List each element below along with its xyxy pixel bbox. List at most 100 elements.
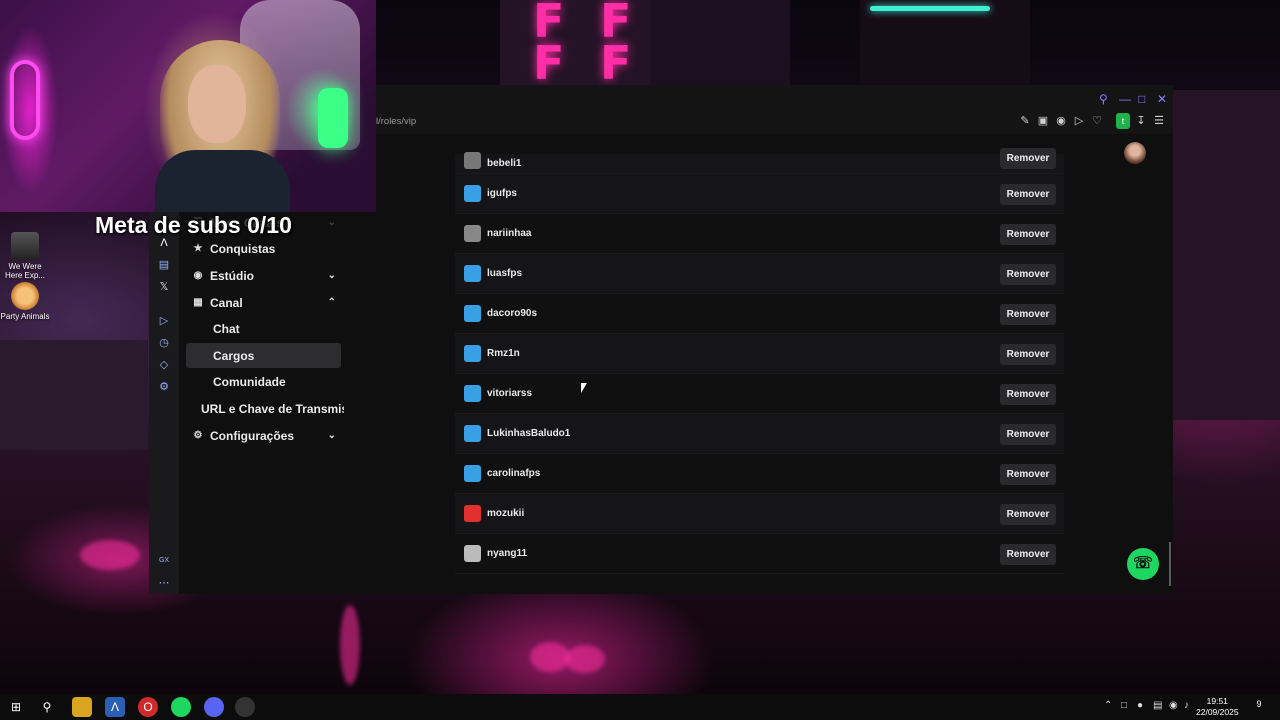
sidebar-item-estudio[interactable]: ◉ Estúdio ⌄ [186, 263, 341, 288]
maximize-icon[interactable]: □ [1138, 92, 1145, 106]
volume-icon[interactable]: ♪ [1184, 700, 1189, 711]
download-icon[interactable]: ↧ [1134, 114, 1148, 128]
remove-button[interactable]: Remover [1000, 504, 1056, 525]
game-icon [11, 232, 39, 260]
remove-button[interactable]: Remover [1000, 264, 1056, 285]
play-icon[interactable]: ▷ [1072, 114, 1086, 128]
close-icon[interactable]: ✕ [1157, 92, 1167, 106]
discord-icon[interactable] [204, 697, 224, 717]
scrollbar[interactable] [1169, 542, 1171, 586]
chevron-down-icon[interactable]: ⌄ [328, 430, 336, 441]
sidebar-item-label: Estúdio [210, 268, 254, 283]
sidebar-sub-url-chave[interactable]: URL e Chave de Transmissi [174, 396, 344, 421]
usb-icon[interactable]: □ [1121, 700, 1127, 711]
sidebar-item-label: Configurações [210, 428, 295, 443]
sidebar-item-configuracoes[interactable]: ⚙ Configurações ⌄ [186, 423, 341, 448]
remove-button[interactable]: Remover [1000, 384, 1056, 405]
user-avatar [464, 385, 481, 402]
list-item: mozukii Remover [455, 494, 1064, 534]
play-circle-icon[interactable]: ▷ [157, 314, 171, 328]
sidebar-sub-cargos[interactable]: Cargos [186, 343, 341, 368]
screenshot-icon[interactable]: ▣ [1036, 114, 1050, 128]
network-icon[interactable]: ▤ [1153, 700, 1162, 711]
menu-icon[interactable]: ☰ [1152, 114, 1166, 128]
pin-icon[interactable]: ✎ [1018, 114, 1032, 128]
headset-icon[interactable]: ☏ [1127, 548, 1159, 580]
remove-button[interactable]: Remover [1000, 344, 1056, 365]
notification-icon[interactable]: 9 [1252, 699, 1266, 713]
remove-button[interactable]: Remover [1000, 224, 1056, 245]
sidebar-item-conquistas[interactable]: ★ Conquistas [186, 236, 341, 261]
remove-button[interactable]: Remover [1000, 304, 1056, 325]
app-icon[interactable]: Λ [105, 697, 125, 717]
extension-badge[interactable]: t [1116, 113, 1130, 129]
list-item: LukinhasBaludo1 Remover [455, 414, 1064, 454]
microphone-icon[interactable]: ● [1137, 700, 1143, 711]
opera-icon[interactable]: O [138, 697, 158, 717]
windows-start-icon[interactable]: ⊞ [6, 697, 26, 717]
settings-rail-icon[interactable]: ⚙ [157, 380, 171, 394]
obs-icon[interactable] [235, 697, 255, 717]
sidebar-item-canal[interactable]: ▦ Canal ⌃ [186, 290, 341, 315]
remove-button[interactable]: Remover [1000, 184, 1056, 205]
system-clock[interactable]: 19:51 22/09/2025 [1196, 696, 1239, 718]
user-avatar [464, 225, 481, 242]
mouse-cursor [581, 383, 587, 393]
sidebar-sub-comunidade[interactable]: Comunidade [186, 369, 341, 394]
avatar[interactable] [1124, 142, 1146, 164]
user-name: LukinhasBaludo1 [487, 428, 571, 439]
desktop-icon-label: Party Animals [0, 312, 50, 321]
list-item: nariinhaa Remover [455, 214, 1064, 254]
list-item: dacoro90s Remover [455, 294, 1064, 334]
channel-icon: ▦ [193, 297, 203, 308]
wifi-icon[interactable]: ◉ [1169, 700, 1178, 711]
user-avatar [464, 265, 481, 282]
trophy-icon: ★ [193, 243, 203, 254]
sidebar-sub-label: Comunidade [213, 374, 286, 389]
clock-icon[interactable]: ◷ [157, 336, 171, 350]
sidebar-sub-chat[interactable]: Chat [186, 316, 341, 341]
x-icon[interactable]: 𝕏 [157, 280, 171, 294]
user-avatar [464, 305, 481, 322]
heart-icon[interactable]: ♡ [1090, 114, 1104, 128]
chevron-down-icon[interactable]: ⌄ [328, 217, 336, 228]
vip-list: bebeli1 Remover igufps Remover nariinhaa Re… [455, 148, 1064, 574]
address-bar[interactable]: l/roles/vip [376, 116, 416, 127]
minimize-icon[interactable]: — [1119, 92, 1131, 106]
desktop-icon-party-animals[interactable]: Party Animals [0, 282, 50, 321]
user-name: luasfps [487, 268, 523, 279]
sidebar-sub-label: Chat [213, 321, 240, 336]
microphone-light [318, 88, 348, 148]
gx-icon[interactable]: GX [157, 554, 171, 568]
sub-goal-overlay: Meta de subs 0/10 [95, 212, 292, 238]
user-avatar [464, 345, 481, 362]
list-item: Rmz1n Remover [455, 334, 1064, 374]
dog-icon [11, 282, 39, 310]
chevron-up-icon[interactable]: ⌃ [1104, 700, 1112, 711]
remove-button[interactable]: Remover [1000, 424, 1056, 445]
remove-button[interactable]: Remover [1000, 464, 1056, 485]
search-icon[interactable]: ⚲ [1099, 92, 1108, 106]
user-avatar [464, 545, 481, 562]
remove-button[interactable]: Remover [1000, 544, 1056, 565]
more-icon[interactable]: ⋯ [157, 576, 171, 590]
spotify-icon[interactable] [171, 697, 191, 717]
user-avatar [464, 185, 481, 202]
search-icon[interactable]: ⚲ [37, 697, 57, 717]
twitch-icon[interactable]: ▤ [157, 258, 171, 272]
sidebar-sub-label: URL e Chave de Transmissi [201, 401, 344, 416]
user-name: nariinhaa [487, 228, 532, 239]
user-name: igufps [487, 188, 517, 199]
user-name: vitoriarss [487, 388, 533, 399]
user-avatar [464, 425, 481, 442]
desktop-icon-we-were-here[interactable]: We Were Here Exp... [0, 232, 50, 280]
file-explorer-icon[interactable] [72, 697, 92, 717]
chevron-down-icon[interactable]: ⌄ [328, 270, 336, 281]
list-item: bebeli1 Remover [455, 148, 1064, 174]
list-item: luasfps Remover [455, 254, 1064, 294]
puzzle-icon[interactable]: ◇ [157, 358, 171, 372]
remove-button[interactable]: Remover [1000, 148, 1056, 169]
adblock-icon[interactable]: ◉ [1054, 114, 1068, 128]
chevron-up-icon[interactable]: ⌃ [328, 297, 336, 308]
clock-time: 19:51 [1206, 696, 1228, 706]
